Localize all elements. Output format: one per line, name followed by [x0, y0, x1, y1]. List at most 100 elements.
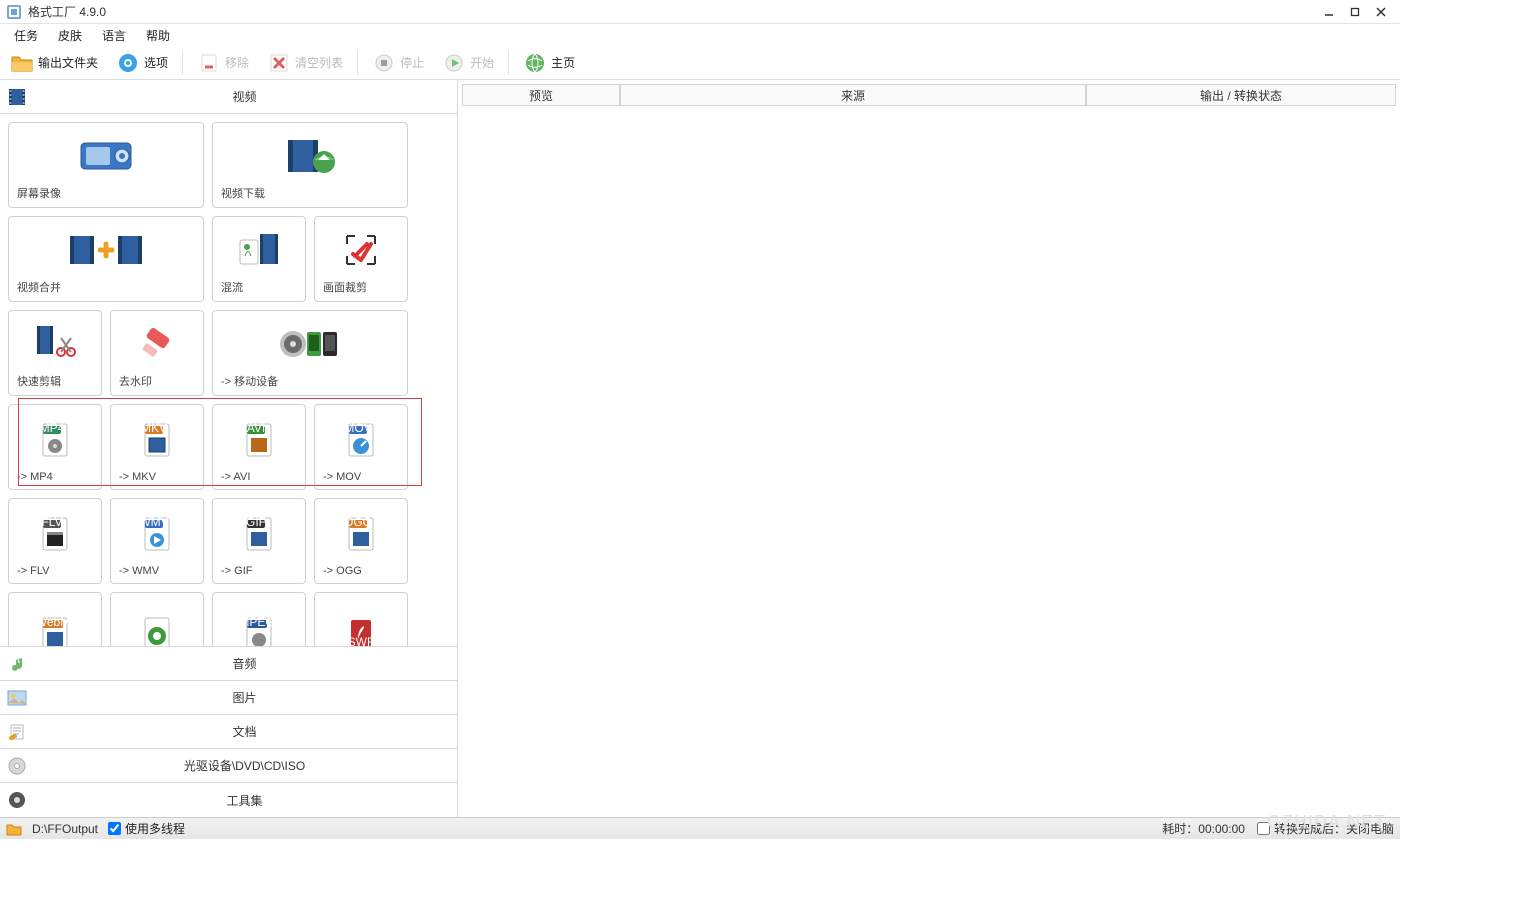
category-document-header[interactable]: 文档 [0, 715, 457, 749]
folder-small-icon[interactable] [6, 821, 22, 837]
tile-label: 画面裁剪 [321, 279, 367, 295]
category-video-header[interactable]: 视频 [0, 80, 457, 114]
elapsed-value: 00:00:00 [1198, 822, 1245, 836]
tile-to-ogg[interactable]: OGG -> OGG [314, 498, 408, 584]
remove-icon [197, 51, 221, 75]
toolbar: 输出文件夹 选项 移除 清空列表 停止 开始 主页 [0, 46, 1400, 80]
category-disc-label: 光驱设备\DVD\CD\ISO [32, 757, 457, 774]
menu-language[interactable]: 语言 [94, 25, 134, 46]
main-row: 视频 屏幕录像 视频下载 [0, 80, 1400, 817]
start-label: 开始 [470, 54, 494, 71]
svg-text:AVI: AVI [247, 421, 265, 435]
tile-video-merge[interactable]: 视频合并 [8, 216, 204, 302]
category-document-label: 文档 [32, 723, 457, 740]
mp4-file-icon: MP4 [35, 413, 75, 467]
menu-skin[interactable]: 皮肤 [50, 25, 90, 46]
category-audio-header[interactable]: 音频 [0, 647, 457, 681]
swf-file-icon: SWF [341, 601, 381, 646]
tile-mux[interactable]: 混流 [212, 216, 306, 302]
gif-file-icon: GIF [239, 507, 279, 561]
toolbar-separator [508, 51, 509, 75]
mux-icon [236, 225, 282, 275]
tile-crop[interactable]: 画面裁剪 [314, 216, 408, 302]
tile-to-wmv[interactable]: WMV -> WMV [110, 498, 204, 584]
elapsed-group: 耗时：00:00:00 [1162, 820, 1245, 837]
menu-help[interactable]: 帮助 [138, 25, 178, 46]
toolbar-separator [182, 51, 183, 75]
tools-icon [6, 789, 28, 811]
tile-label: -> MKV [117, 471, 156, 483]
start-button[interactable]: 开始 [438, 49, 498, 77]
titlebar: 格式工厂 4.9.0 [0, 0, 1400, 24]
svg-text:WMV: WMV [139, 515, 168, 529]
header-preview[interactable]: 预览 [462, 84, 620, 106]
toolbar-separator [357, 51, 358, 75]
tile-to-mpeg[interactable]: MPEG [212, 592, 306, 646]
tile-to-mobile[interactable]: -> 移动设备 [212, 310, 408, 396]
tile-to-webm[interactable]: WebM [8, 592, 102, 646]
tile-to-mov[interactable]: MOV -> MOV [314, 404, 408, 490]
tile-quick-cut[interactable]: 快速剪辑 [8, 310, 102, 396]
remove-button[interactable]: 移除 [193, 49, 253, 77]
svg-text:OGG: OGG [344, 515, 372, 529]
tile-to-swf[interactable]: SWF [314, 592, 408, 646]
multithread-checkbox[interactable]: 使用多线程 [108, 820, 185, 837]
shutdown-input[interactable] [1257, 822, 1270, 835]
menu-task[interactable]: 任务 [6, 25, 46, 46]
clear-list-button[interactable]: 清空列表 [263, 49, 347, 77]
tile-label: -> MP4 [15, 471, 53, 483]
output-folder-button[interactable]: 输出文件夹 [6, 49, 102, 77]
tile-screen-record[interactable]: 屏幕录像 [8, 122, 204, 208]
tile-to-mkv[interactable]: MKV -> MKV [110, 404, 204, 490]
header-output-status[interactable]: 输出 / 转换状态 [1086, 84, 1396, 106]
remove-label: 移除 [225, 54, 249, 71]
video-grid[interactable]: 屏幕录像 视频下载 视频合并 [0, 114, 457, 646]
category-disc-header[interactable]: 光驱设备\DVD\CD\ISO [0, 749, 457, 783]
tile-to-flv[interactable]: FLV -> FLV [8, 498, 102, 584]
tile-to-avi[interactable]: AVI -> AVI [212, 404, 306, 490]
svg-text:MP4: MP4 [40, 421, 65, 435]
tile-to-3gp[interactable] [110, 592, 204, 646]
task-pane: 预览 来源 输出 / 转换状态 [458, 80, 1400, 817]
menubar: 任务 皮肤 语言 帮助 [0, 24, 1400, 46]
shutdown-checkbox[interactable]: 转换完成后：关闭电脑 [1257, 820, 1394, 837]
output-path[interactable]: D:\FFOutput [32, 822, 98, 836]
category-picture-header[interactable]: 图片 [0, 681, 457, 715]
ogg-file-icon: OGG [341, 507, 381, 561]
task-list-headers: 预览 来源 输出 / 转换状态 [462, 84, 1396, 106]
merge-icon [66, 225, 146, 275]
svg-text:MOV: MOV [344, 421, 371, 435]
maximize-button[interactable] [1342, 2, 1368, 22]
stop-icon [372, 51, 396, 75]
home-label: 主页 [551, 54, 575, 71]
tile-label: -> MOV [321, 471, 361, 483]
output-folder-label: 输出文件夹 [38, 54, 98, 71]
window-title: 格式工厂 4.9.0 [28, 3, 1316, 20]
tile-label: 视频合并 [15, 279, 61, 295]
tile-dewatermark[interactable]: 去水印 [110, 310, 204, 396]
svg-text:WebM: WebM [36, 615, 70, 629]
close-button[interactable] [1368, 2, 1394, 22]
mkv-file-icon: MKV [137, 413, 177, 467]
mpeg-file-icon: MPEG [239, 601, 279, 646]
tile-label: -> OGG [321, 565, 362, 577]
home-button[interactable]: 主页 [519, 49, 579, 77]
category-tools-header[interactable]: 工具集 [0, 783, 457, 817]
multithread-input[interactable] [108, 822, 121, 835]
tile-video-download[interactable]: 视频下载 [212, 122, 408, 208]
options-button[interactable]: 选项 [112, 49, 172, 77]
tile-to-gif[interactable]: GIF -> GIF [212, 498, 306, 584]
stop-button[interactable]: 停止 [368, 49, 428, 77]
stop-label: 停止 [400, 54, 424, 71]
webm-file-icon: WebM [35, 601, 75, 646]
tile-label: 视频下载 [219, 185, 265, 201]
scissors-icon [33, 319, 77, 369]
tile-label: 快速剪辑 [15, 373, 61, 389]
tile-to-mp4[interactable]: MP4 -> MP4 [8, 404, 102, 490]
options-icon [116, 51, 140, 75]
tile-label: 屏幕录像 [15, 185, 61, 201]
header-source[interactable]: 来源 [620, 84, 1086, 106]
folder-icon [10, 51, 34, 75]
elapsed-label: 耗时： [1162, 822, 1198, 836]
minimize-button[interactable] [1316, 2, 1342, 22]
